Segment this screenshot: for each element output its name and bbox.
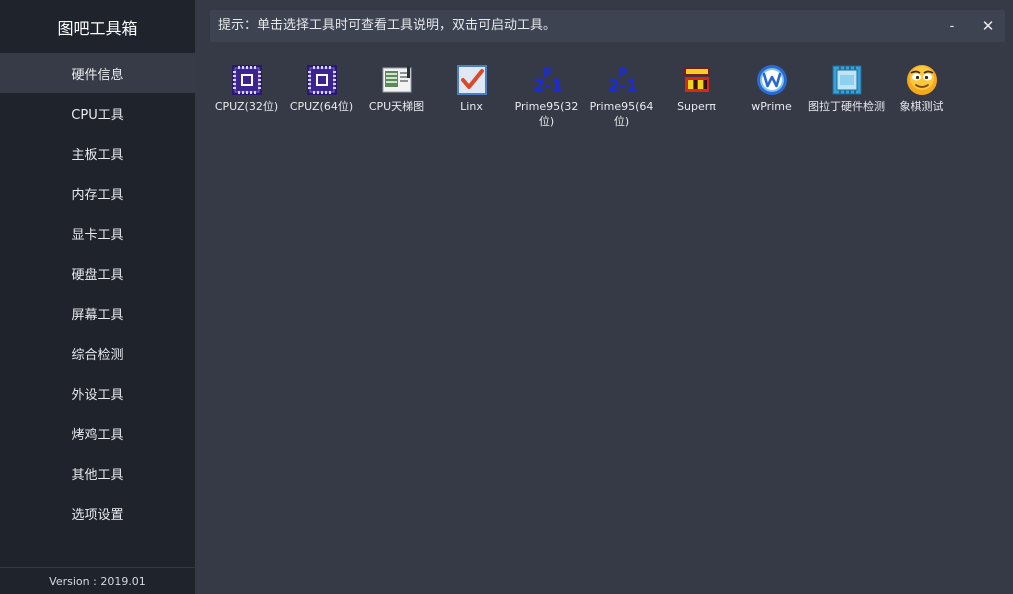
tool-label: CPU天梯图 xyxy=(368,100,425,113)
tool-label: 图拉丁硬件检测 xyxy=(808,100,885,113)
tool-item[interactable]: 象棋测试 xyxy=(884,62,959,134)
tool-item[interactable]: 2 P -1 Prime95(32位) xyxy=(509,62,584,134)
app-window: 图吧工具箱 硬件信息 CPU工具 主板工具 内存工具 显卡工具 硬盘工具 屏幕工… xyxy=(0,0,1013,594)
tool-label: wPrime xyxy=(751,100,792,113)
tool-item[interactable]: 图拉丁硬件检测 xyxy=(808,62,885,134)
tool-label: Superπ xyxy=(677,100,716,113)
smiley-face-icon xyxy=(907,65,937,95)
super-pi-logo-icon xyxy=(684,67,710,92)
cpu-chip-icon xyxy=(232,65,262,95)
sidebar-item-hardware-info[interactable]: 硬件信息 xyxy=(0,53,195,93)
tool-label: Prime95(32位) xyxy=(514,100,579,128)
minimize-button[interactable]: - xyxy=(938,10,966,42)
sidebar-item-cpu-tools[interactable]: CPU工具 xyxy=(0,93,195,133)
tool-label: CPUZ(64位) xyxy=(289,100,354,113)
sidebar-item-screen-tools[interactable]: 屏幕工具 xyxy=(0,293,195,333)
checkmark-box-icon xyxy=(457,65,487,95)
hint-text: 提示：单击选择工具时可查看工具说明，双击可启动工具。 xyxy=(218,18,557,33)
mersenne-prime-icon: 2 P -1 xyxy=(608,67,638,96)
tool-item[interactable]: Superπ xyxy=(659,62,734,134)
formula-minus-one: -1 xyxy=(619,76,638,96)
tool-item[interactable]: Linx xyxy=(434,62,509,134)
tool-item[interactable]: CPUZ(32位) xyxy=(209,62,284,134)
tool-item[interactable]: wPrime xyxy=(734,62,809,134)
app-title: 图吧工具箱 xyxy=(57,18,138,38)
sidebar-item-motherboard-tools[interactable]: 主板工具 xyxy=(0,133,195,173)
p3s-chip-icon xyxy=(832,65,862,95)
w-circle-icon xyxy=(757,65,787,95)
mersenne-prime-icon: 2 P -1 xyxy=(533,67,563,96)
tool-label: Prime95(64位) xyxy=(589,100,654,128)
sidebar: 图吧工具箱 硬件信息 CPU工具 主板工具 内存工具 显卡工具 硬盘工具 屏幕工… xyxy=(0,0,195,594)
tool-label: 象棋测试 xyxy=(899,100,944,113)
tool-item[interactable]: CPU天梯图 xyxy=(359,62,434,134)
sidebar-nav: 硬件信息 CPU工具 主板工具 内存工具 显卡工具 硬盘工具 屏幕工具 综合检测… xyxy=(0,53,195,533)
tool-label: CPUZ(32位) xyxy=(214,100,279,113)
sidebar-item-stress-tools[interactable]: 烤鸡工具 xyxy=(0,413,195,453)
chart-document-icon xyxy=(382,66,412,93)
version-label: Version : 2019.01 xyxy=(0,567,195,594)
close-button[interactable]: ✕ xyxy=(974,10,1002,42)
sidebar-item-memory-tools[interactable]: 内存工具 xyxy=(0,173,195,213)
hint-bar: 提示：单击选择工具时可查看工具说明，双击可启动工具。 - ✕ xyxy=(210,10,1005,42)
sidebar-item-other-tools[interactable]: 其他工具 xyxy=(0,453,195,493)
sidebar-item-peripheral-tools[interactable]: 外设工具 xyxy=(0,373,195,413)
sidebar-item-settings[interactable]: 选项设置 xyxy=(0,493,195,533)
cpu-chip-icon xyxy=(307,65,337,95)
tool-item[interactable]: 2 P -1 Prime95(64位) xyxy=(584,62,659,134)
main-panel: 提示：单击选择工具时可查看工具说明，双击可启动工具。 - ✕ CPUZ(32位)… xyxy=(195,0,1013,594)
tool-label: Linx xyxy=(460,100,483,113)
sidebar-item-disk-tools[interactable]: 硬盘工具 xyxy=(0,253,195,293)
sidebar-item-gpu-tools[interactable]: 显卡工具 xyxy=(0,213,195,253)
formula-minus-one: -1 xyxy=(544,76,563,96)
tool-item[interactable]: CPUZ(64位) xyxy=(284,62,359,134)
sidebar-item-comprehensive-test[interactable]: 综合检测 xyxy=(0,333,195,373)
